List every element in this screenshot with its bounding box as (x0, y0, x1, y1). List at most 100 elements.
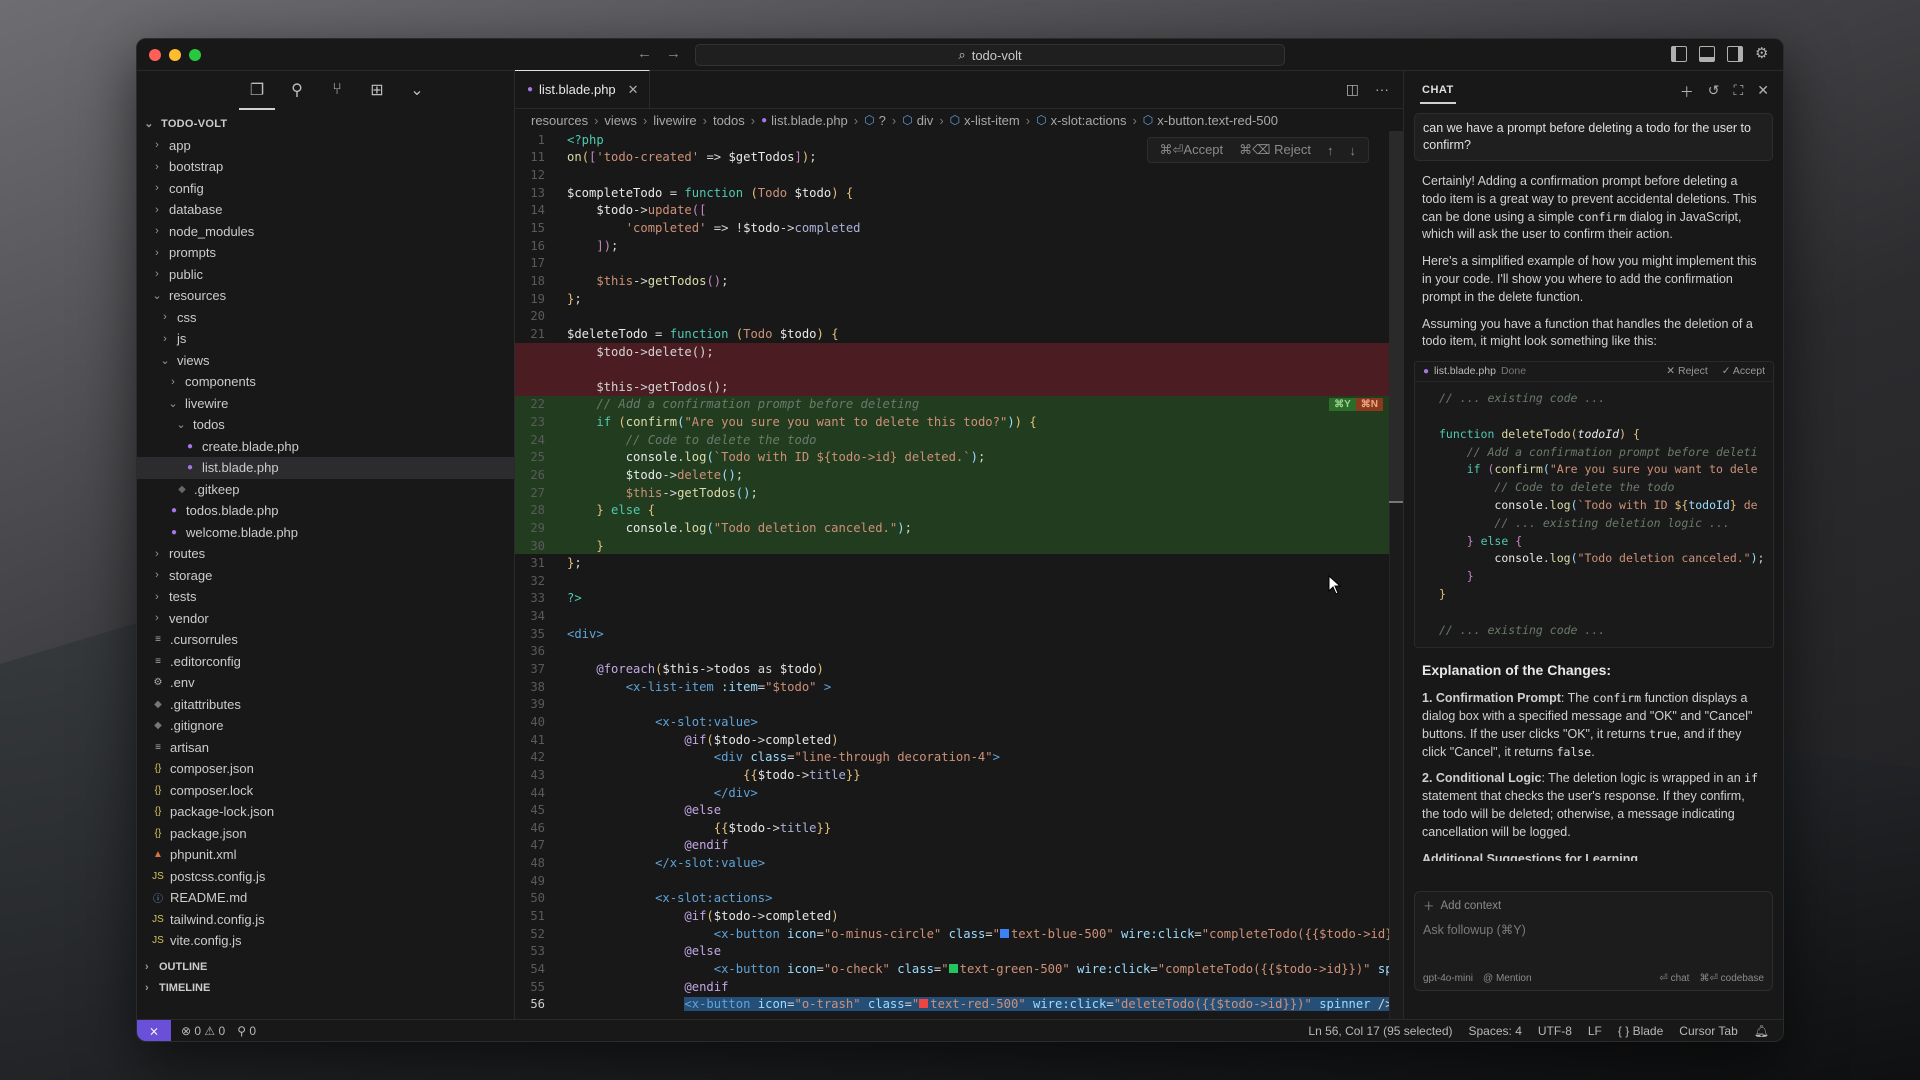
breadcrumb-item[interactable]: resources (531, 113, 588, 128)
file-item[interactable]: ≡ .cursorrules (137, 629, 514, 651)
toggle-secondary-sidebar-icon[interactable] (1727, 46, 1743, 62)
code-line[interactable]: 39 (515, 696, 1403, 714)
code-line[interactable]: 31}; (515, 554, 1403, 572)
code-line[interactable]: 53 @else (515, 942, 1403, 960)
deleted-code-line[interactable]: $todo->delete(); (515, 342, 1403, 361)
accept-key-badge[interactable]: ⌘Y (1329, 397, 1356, 411)
added-code-line[interactable]: 22 // Add a confirmation prompt before d… (515, 395, 1403, 414)
timeline-section[interactable]: › TIMELINE (137, 977, 514, 998)
code-line[interactable]: 48 </x-slot:value> (515, 854, 1403, 872)
added-code-line[interactable]: 26 $todo->delete(); (515, 466, 1403, 484)
breadcrumb-item[interactable]: x-button.text-red-500 (1157, 113, 1278, 128)
code-line[interactable]: 1 <?php (515, 131, 1403, 149)
code-line[interactable]: 41 @if($todo->completed) (515, 731, 1403, 749)
new-chat-icon[interactable]: ＋ (1680, 82, 1694, 102)
folder-item[interactable]: ⌄ views (137, 350, 514, 372)
files-icon[interactable]: ❐ (239, 80, 275, 110)
breadcrumb-item[interactable]: todos (713, 113, 745, 128)
code-line[interactable]: 36 (515, 643, 1403, 661)
file-item[interactable]: ⚙ .env (137, 672, 514, 694)
file-item[interactable]: {} package.json (137, 823, 514, 845)
code-line[interactable]: 35 <div> (515, 625, 1403, 643)
file-item[interactable]: ≡ artisan (137, 737, 514, 759)
close-window-button[interactable] (149, 48, 161, 61)
file-item[interactable]: ⓘ README.md (137, 887, 514, 909)
outline-section[interactable]: › OUTLINE (137, 956, 514, 977)
cursor-tab-status[interactable]: Cursor Tab (1679, 1024, 1737, 1038)
accept-suggestion-button[interactable]: ✓ Accept (1722, 363, 1765, 381)
maximize-window-button[interactable] (189, 48, 201, 61)
code-line[interactable]: 44 </div> (515, 784, 1403, 802)
breadcrumb-item[interactable]: livewire (653, 113, 696, 128)
submit-chat-button[interactable]: ⏎ chat (1659, 973, 1689, 984)
file-item[interactable]: ◆ .gitignore (137, 715, 514, 737)
breadcrumb-item[interactable]: views (604, 113, 637, 128)
chevron-down-icon[interactable]: ⌄ (407, 80, 427, 100)
added-code-line[interactable]: 27 $this->getTodos(); (515, 483, 1403, 502)
folder-item[interactable]: › storage (137, 565, 514, 587)
code-line[interactable]: 54 <x-button icon="o-check" class=" text-… (515, 960, 1407, 978)
breadcrumb-item[interactable]: x-slot:actions (1051, 113, 1127, 128)
code-line[interactable]: 47 @endif (515, 837, 1403, 855)
code-line[interactable]: 12 (515, 166, 1403, 184)
breadcrumb-item[interactable]: ? (879, 113, 886, 128)
file-item[interactable]: ● welcome.blade.php (137, 522, 514, 544)
added-code-line[interactable]: 28 } else { (515, 501, 1403, 520)
code-line[interactable]: 34 (515, 607, 1403, 625)
file-item[interactable]: ● list.blade.php (137, 457, 514, 479)
file-item[interactable]: JS postcss.config.js (137, 866, 514, 888)
deleted-code-line[interactable]: $this->getTodos(); (515, 377, 1403, 396)
file-item[interactable]: ● todos.blade.php (137, 500, 514, 522)
code-line[interactable]: 38 <x-list-item :item="$todo" > (515, 678, 1403, 696)
breadcrumb-item[interactable]: list.blade.php (771, 113, 848, 128)
code-line[interactable]: 15 'completed' => !$todo->completed (515, 219, 1403, 237)
indentation[interactable]: Spaces: 4 (1469, 1024, 1522, 1038)
added-code-line[interactable]: 24 // Code to delete the todo (515, 430, 1403, 449)
folder-item[interactable]: › node_modules (137, 221, 514, 243)
reject-suggestion-button[interactable]: ✕ Reject (1666, 363, 1707, 381)
added-code-line[interactable]: 25 console.log(`Todo with ID ${todo->id}… (515, 448, 1403, 467)
code-line[interactable]: 17 (515, 254, 1403, 272)
folder-item[interactable]: › public (137, 264, 514, 286)
extensions-icon[interactable]: ⊞ (367, 80, 387, 100)
close-chat-icon[interactable]: ✕ (1757, 82, 1769, 102)
file-item[interactable]: JS tailwind.config.js (137, 909, 514, 931)
workspace-root[interactable]: ⌄ TODO-VOLT (137, 113, 514, 135)
code-line[interactable]: 18 $this->getTodos(); (515, 272, 1403, 290)
breadcrumb-item[interactable]: x-list-item (964, 113, 1020, 128)
toggle-sidebar-icon[interactable] (1671, 46, 1687, 62)
folder-item[interactable]: › components (137, 371, 514, 393)
cursor-position[interactable]: Ln 56, Col 17 (95 selected) (1308, 1024, 1452, 1038)
source-control-icon[interactable]: ⑂ (327, 80, 347, 100)
close-tab-icon[interactable]: ✕ (628, 82, 639, 98)
split-editor-icon[interactable]: ◫ (1346, 81, 1359, 98)
folder-item[interactable]: ⌄ livewire (137, 393, 514, 415)
folder-item[interactable]: › bootstrap (137, 156, 514, 178)
code-line[interactable]: 21 $deleteTodo = function (Todo $todo) { (515, 325, 1403, 343)
folder-item[interactable]: › app (137, 135, 514, 157)
added-code-line[interactable]: 30 } (515, 536, 1403, 555)
code-line[interactable]: 40 <x-slot:value> (515, 713, 1403, 731)
editor-scrollbar[interactable] (1389, 131, 1403, 1019)
folder-item[interactable]: › database (137, 199, 514, 221)
code-line[interactable]: 20 (515, 307, 1403, 325)
code-line[interactable]: 16 ]); (515, 237, 1403, 255)
file-item[interactable]: ≡ .editorconfig (137, 651, 514, 673)
ports-indicator[interactable]: ⚲ 0 (237, 1024, 256, 1038)
code-line[interactable]: 19}; (515, 290, 1403, 308)
folder-item[interactable]: › tests (137, 586, 514, 608)
code-line[interactable]: 32 (515, 572, 1403, 590)
deleted-code-line[interactable] (515, 360, 1403, 378)
folder-item[interactable]: › js (137, 328, 514, 350)
file-item[interactable]: ◆ .gitkeep (137, 479, 514, 501)
encoding[interactable]: UTF-8 (1538, 1024, 1572, 1038)
code-line[interactable]: 45 @else (515, 801, 1403, 819)
problems-indicator[interactable]: ⊗ 0 ⚠ 0 (181, 1024, 225, 1038)
code-editor[interactable]: ⌘⏎Accept ⌘⌫ Reject ↑ ↓ 1 <?php 11 on(['todo… (515, 131, 1415, 1013)
minimize-window-button[interactable] (169, 48, 181, 61)
folder-item[interactable]: ⌄ resources (137, 285, 514, 307)
file-item[interactable]: ▲ phpunit.xml (137, 844, 514, 866)
more-actions-icon[interactable]: ··· (1375, 81, 1389, 98)
back-arrow-icon[interactable]: ← (637, 45, 652, 62)
code-line[interactable]: 37 @foreach($this->todos as $todo) (515, 660, 1403, 678)
